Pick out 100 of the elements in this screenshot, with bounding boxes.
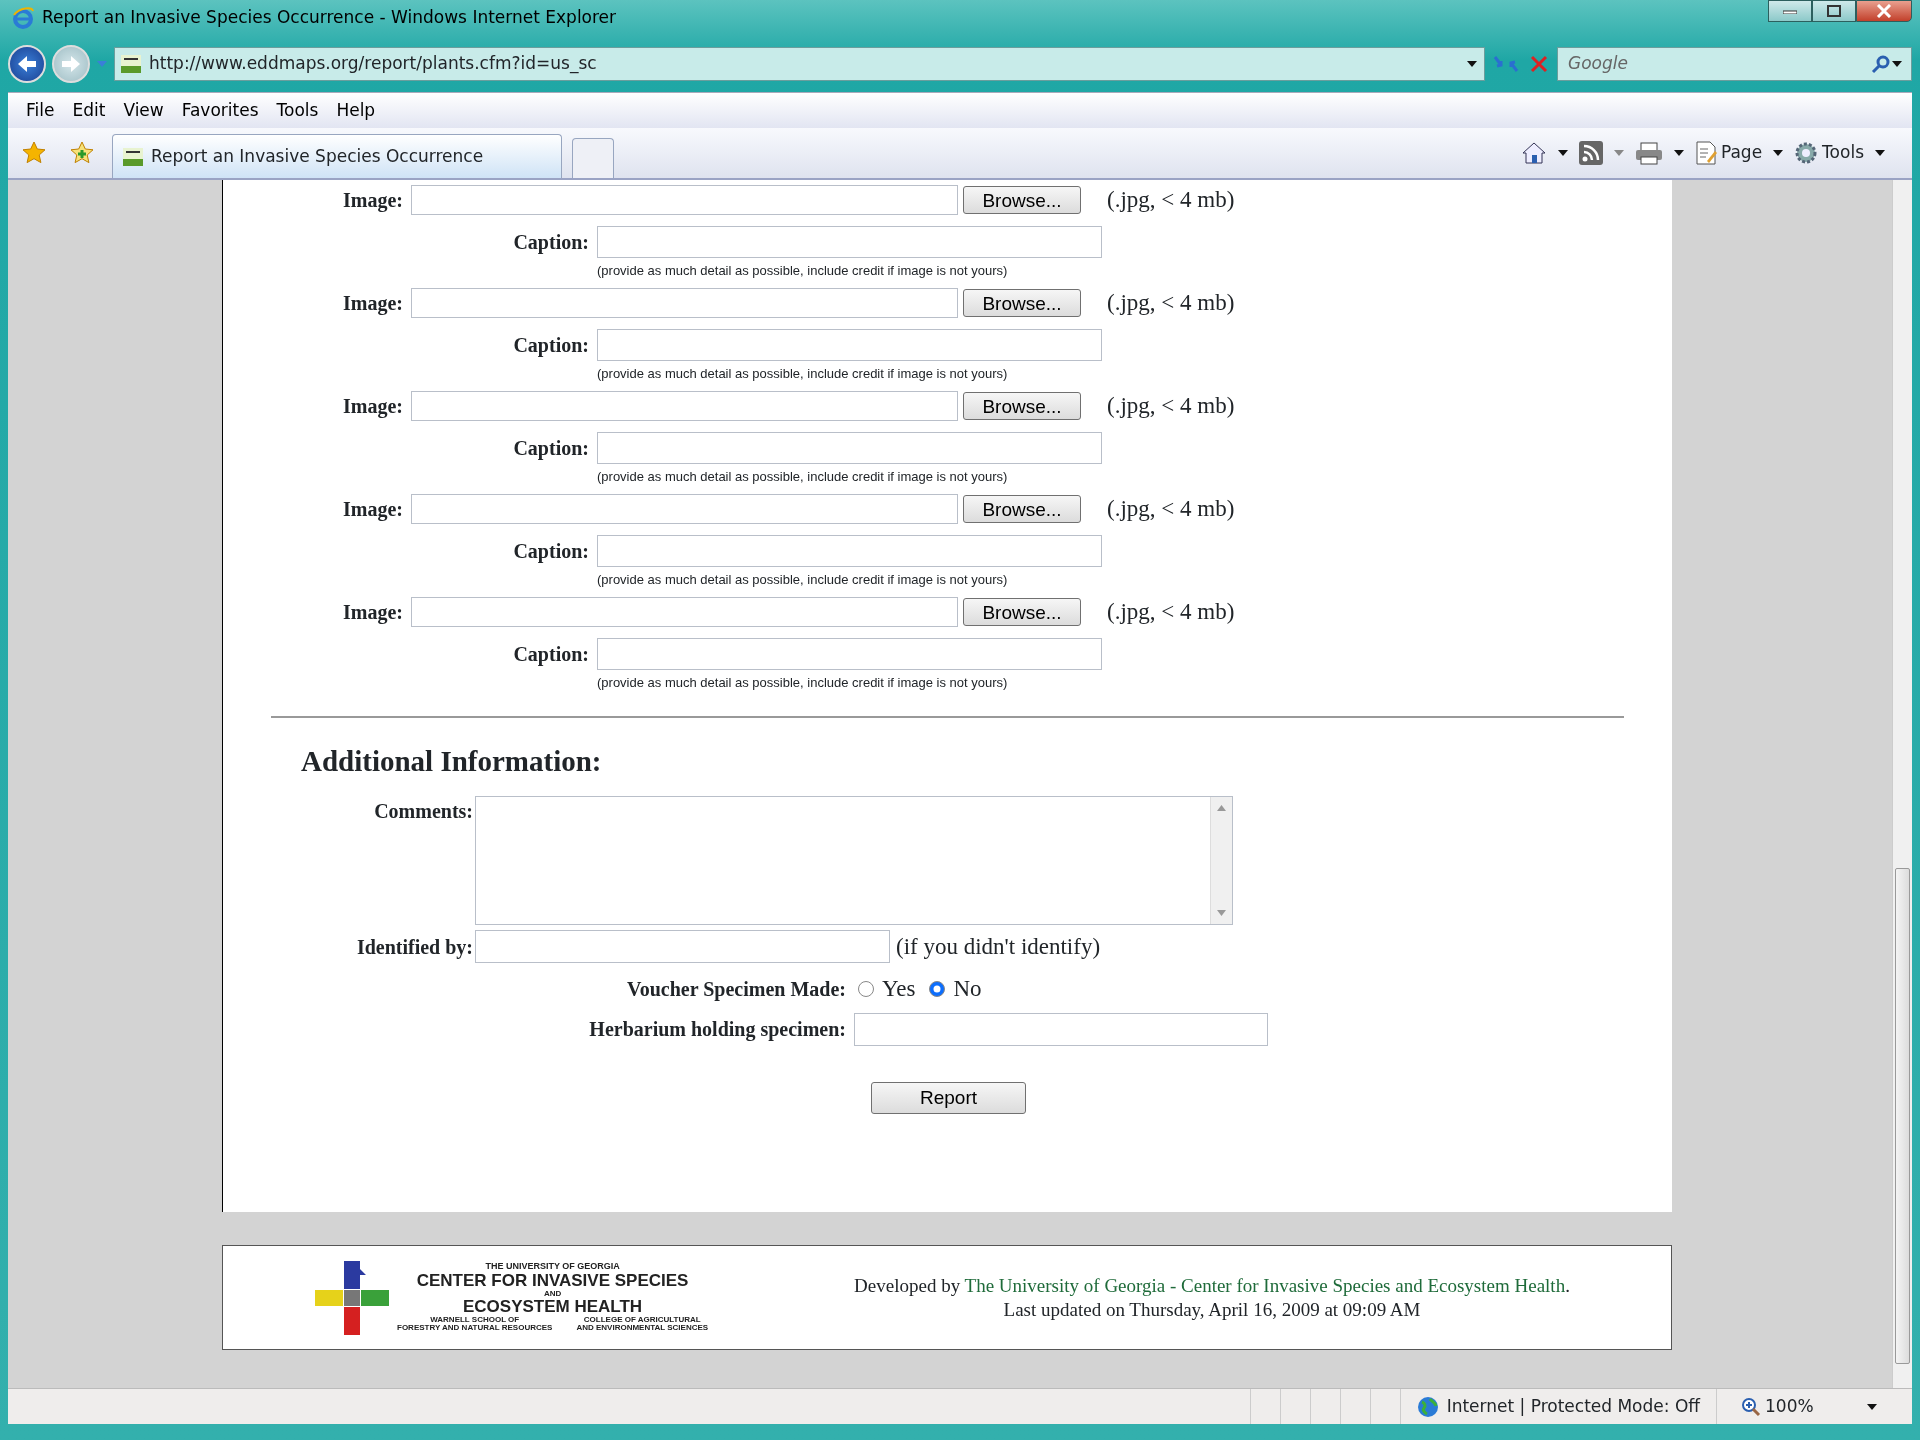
file-format-note: (.jpg, < 4 mb) xyxy=(1107,597,1235,626)
menu-item[interactable]: Tools xyxy=(268,95,327,126)
browse-button[interactable]: Browse... xyxy=(963,392,1081,420)
file-path-field[interactable] xyxy=(411,288,958,318)
caption-field[interactable] xyxy=(597,432,1102,464)
menu-item[interactable]: Help xyxy=(328,95,384,126)
minimize-button[interactable] xyxy=(1768,0,1812,22)
zoom-level-button[interactable]: 100% xyxy=(1716,1389,1866,1424)
caption-hint: (provide as much detail as possible, include credit if image is not yours) xyxy=(596,674,1009,692)
logo-text: THE UNIVERSITY OF GEORGIA xyxy=(484,1262,621,1272)
caption-field[interactable] xyxy=(597,329,1102,361)
last-updated-text: Last updated on Thursday, April 16, 2009 at 09:09 AM xyxy=(1002,1297,1422,1322)
maximize-button[interactable] xyxy=(1812,0,1856,22)
field-label: Image: xyxy=(342,291,404,317)
identify-note: (if you didn't identify) xyxy=(896,932,1101,961)
scrollbar[interactable] xyxy=(1892,180,1912,1388)
browser-tab[interactable]: Report an Invasive Species Occurrence xyxy=(112,134,562,178)
window-title: Report an Invasive Species Occurrence - Windows Internet Explorer xyxy=(42,6,617,30)
search-box[interactable]: Google xyxy=(1557,47,1912,81)
browse-button[interactable]: Browse... xyxy=(963,598,1081,626)
printer-icon[interactable] xyxy=(1634,141,1663,165)
caption-field[interactable] xyxy=(597,226,1102,258)
radio-label: No xyxy=(953,975,982,1003)
logo-text: WARNELL SCHOOL OF xyxy=(429,1315,521,1325)
browse-button[interactable]: Browse... xyxy=(963,289,1081,317)
home-icon[interactable] xyxy=(1520,141,1547,165)
dropdown-caret-icon[interactable] xyxy=(1891,60,1903,68)
caption-field[interactable] xyxy=(597,638,1102,670)
dropdown-caret-icon[interactable] xyxy=(1556,149,1569,157)
dropdown-caret-icon[interactable] xyxy=(1466,60,1478,68)
close-button[interactable] xyxy=(1856,0,1912,22)
identified-by-field[interactable] xyxy=(475,930,890,964)
section-heading: Additional Information: xyxy=(300,744,603,779)
page-icon xyxy=(1694,141,1717,165)
globe-icon xyxy=(1416,1395,1439,1418)
radio-button[interactable] xyxy=(858,981,874,998)
comments-field[interactable] xyxy=(475,795,1233,925)
arrows-logo-icon xyxy=(313,1258,391,1337)
search-field[interactable]: Google xyxy=(1566,50,1871,78)
field-label: Caption: xyxy=(512,436,590,462)
site-favicon-icon xyxy=(121,55,141,73)
field-label: Image: xyxy=(342,600,404,626)
caption-hint: (provide as much detail as possible, include credit if image is not yours) xyxy=(596,365,1009,383)
field-label: Caption: xyxy=(512,230,590,256)
field-label: Image: xyxy=(342,188,404,214)
menu-item[interactable]: Favorites xyxy=(173,95,267,126)
star-icon[interactable] xyxy=(22,141,46,165)
file-path-field[interactable] xyxy=(411,597,958,627)
new-tab-button[interactable] xyxy=(572,138,614,178)
field-label: Image: xyxy=(342,497,404,523)
browse-button[interactable]: Browse... xyxy=(963,495,1081,523)
security-zone-text: Internet | Protected Mode: Off xyxy=(1446,1394,1700,1418)
back-arrow-icon xyxy=(16,54,38,74)
menu-item[interactable]: View xyxy=(115,95,172,126)
field-label: Caption: xyxy=(512,539,590,565)
scrollbar[interactable] xyxy=(1210,796,1232,924)
ie-logo-icon xyxy=(12,7,34,29)
site-favicon-icon xyxy=(123,147,143,166)
radio-label: Yes xyxy=(882,975,916,1003)
menu-item[interactable]: File xyxy=(18,95,63,126)
file-path-field[interactable] xyxy=(411,185,958,215)
file-path-field[interactable] xyxy=(411,494,958,524)
field-label: Image: xyxy=(342,394,404,420)
toolbar-menu-button[interactable]: Page xyxy=(1694,140,1763,166)
caption-field[interactable] xyxy=(597,535,1102,567)
toolbar-menu-button[interactable]: Tools xyxy=(1794,140,1864,166)
logo-text: ECOSYSTEM HEALTH xyxy=(462,1298,644,1316)
file-format-note: (.jpg, < 4 mb) xyxy=(1107,391,1235,420)
credit-link[interactable]: The University of Georgia - Center for Invasive Species and Ecosystem Health xyxy=(964,1274,1566,1296)
zoom-icon xyxy=(1741,1396,1761,1417)
herbarium-field[interactable] xyxy=(854,1012,1268,1046)
add-favorite-icon[interactable] xyxy=(70,141,94,165)
field-label: Comments: xyxy=(373,798,474,824)
dropdown-caret-icon[interactable] xyxy=(1866,1402,1878,1411)
radio-button[interactable] xyxy=(929,981,946,998)
menu-item[interactable]: Edit xyxy=(64,95,114,126)
file-format-note: (.jpg, < 4 mb) xyxy=(1107,185,1235,214)
address-bar[interactable]: http://www.eddmaps.org/report/plants.cfm?id=us_sc xyxy=(114,47,1485,81)
caption-hint: (provide as much detail as possible, include credit if image is not yours) xyxy=(596,262,1009,280)
field-label: Caption: xyxy=(512,642,590,668)
dropdown-caret-icon[interactable] xyxy=(1874,149,1886,157)
address-url: http://www.eddmaps.org/report/plants.cfm?id=us_sc xyxy=(149,52,597,76)
dropdown-caret-icon[interactable] xyxy=(1772,149,1785,157)
scroll-up-icon[interactable] xyxy=(1217,804,1226,811)
scroll-down-icon[interactable] xyxy=(1217,909,1226,916)
report-button[interactable]: Report xyxy=(871,1081,1026,1114)
browse-button[interactable]: Browse... xyxy=(963,186,1081,214)
minimize-icon xyxy=(1783,8,1797,14)
feed-icon[interactable] xyxy=(1578,141,1603,165)
logo-text: COLLEGE OF AGRICULTURAL xyxy=(582,1315,702,1325)
forward-arrow-icon xyxy=(60,54,82,74)
tab-title: Report an Invasive Species Occurrence xyxy=(151,144,484,168)
credit-text: Developed by The University of Georgia - Center for Invasive Species and Ecosystem Health. xyxy=(853,1273,1571,1298)
file-format-note: (.jpg, < 4 mb) xyxy=(1107,288,1235,317)
file-path-field[interactable] xyxy=(411,391,958,421)
search-icon[interactable] xyxy=(1871,54,1891,74)
forward-button[interactable] xyxy=(52,45,90,83)
field-label: Caption: xyxy=(512,333,590,359)
dropdown-caret-icon[interactable] xyxy=(1672,149,1685,157)
back-button[interactable] xyxy=(8,45,46,83)
